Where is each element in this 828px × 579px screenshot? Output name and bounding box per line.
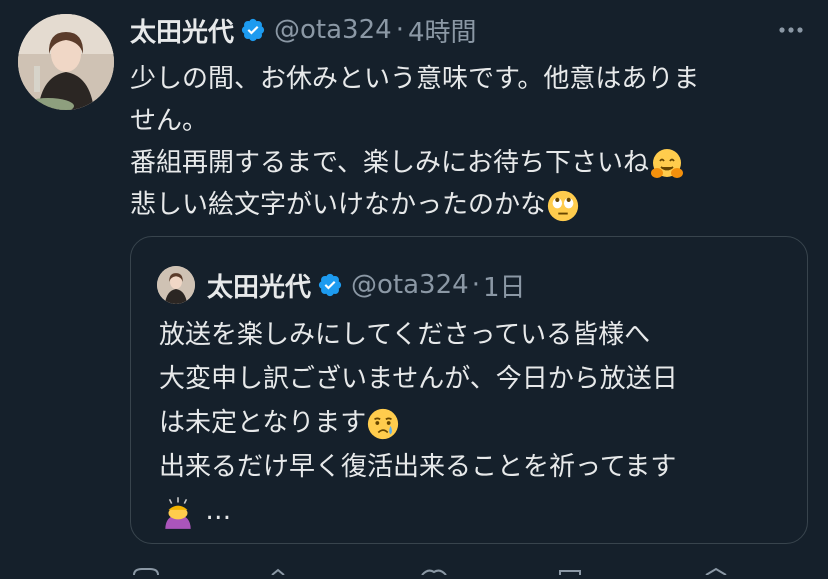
quoted-author-handle: @ota324: [351, 270, 469, 300]
tweet-action-bar: [0, 560, 828, 576]
separator-dot: ·: [395, 15, 404, 45]
more-options-icon[interactable]: [776, 20, 806, 40]
quoted-tweet-timestamp: 1日: [482, 272, 526, 303]
author-avatar[interactable]: [18, 14, 114, 110]
quoted-line: 出来るだけ早く復活出来ることを祈ってます: [159, 452, 677, 482]
quoted-tweet-header: 太田光代 @ota324 · 1日: [207, 265, 526, 305]
tweet-line-text: 番組再開するまで、楽しみにお待ち下さいね: [130, 148, 649, 178]
quoted-line: 放送を楽しみにしてくださっている皆様へ: [159, 320, 651, 350]
tweet-header: 太田光代 @ota324 · 4時間: [130, 12, 477, 48]
verified-badge-icon: [318, 273, 342, 297]
tweet-line: せん。: [130, 106, 209, 136]
avatar-photo: [157, 266, 195, 304]
quoted-tweet-card[interactable]: 太田光代 @ota324 · 1日 放送を楽しみにしてくださっている皆様へ 大変…: [130, 236, 808, 544]
hugging-face-emoji-icon: [650, 148, 683, 178]
tweet-line-text: 悲しい絵文字がいけなかったのかな: [130, 190, 547, 220]
author-name[interactable]: 太田光代: [130, 12, 234, 49]
quoted-line-text: …: [205, 496, 232, 526]
quoted-line-text: は未定となります: [159, 408, 367, 438]
tweet-line: 少しの間、お休みという意味です。他意はありま: [130, 64, 700, 94]
quoted-author-name: 太田光代: [207, 272, 312, 303]
author-handle[interactable]: @ota324: [274, 15, 392, 45]
quoted-line: 大変申し訳ございませんが、今日から放送日: [159, 364, 678, 394]
separator-dot: ·: [471, 270, 480, 300]
quoted-line-with-emoji: …: [159, 489, 799, 533]
tweet-timestamp[interactable]: 4時間: [408, 12, 477, 49]
tweet-line-with-emoji: 番組再開するまで、楽しみにお待ち下さいね: [130, 142, 800, 184]
tweet-text: 少しの間、お休みという意味です。他意はありま せん。 番組再開するまで、楽しみに…: [130, 58, 800, 226]
quoted-tweet-text: 放送を楽しみにしてくださっている皆様へ 大変申し訳ございませんが、今日から放送日…: [159, 313, 799, 533]
crying-face-emoji-icon: [368, 408, 399, 439]
quoted-line-with-emoji: は未定となります: [159, 401, 799, 445]
verified-badge-icon: [241, 18, 265, 42]
rolling-eyes-emoji-icon: [547, 190, 579, 221]
action-icons-partial: [133, 567, 727, 576]
tweet-line-with-emoji: 悲しい絵文字がいけなかったのかな: [130, 184, 800, 226]
avatar-photo: [18, 14, 114, 110]
person-bowing-emoji-icon: [165, 496, 191, 529]
quoted-author-avatar: [157, 266, 195, 304]
